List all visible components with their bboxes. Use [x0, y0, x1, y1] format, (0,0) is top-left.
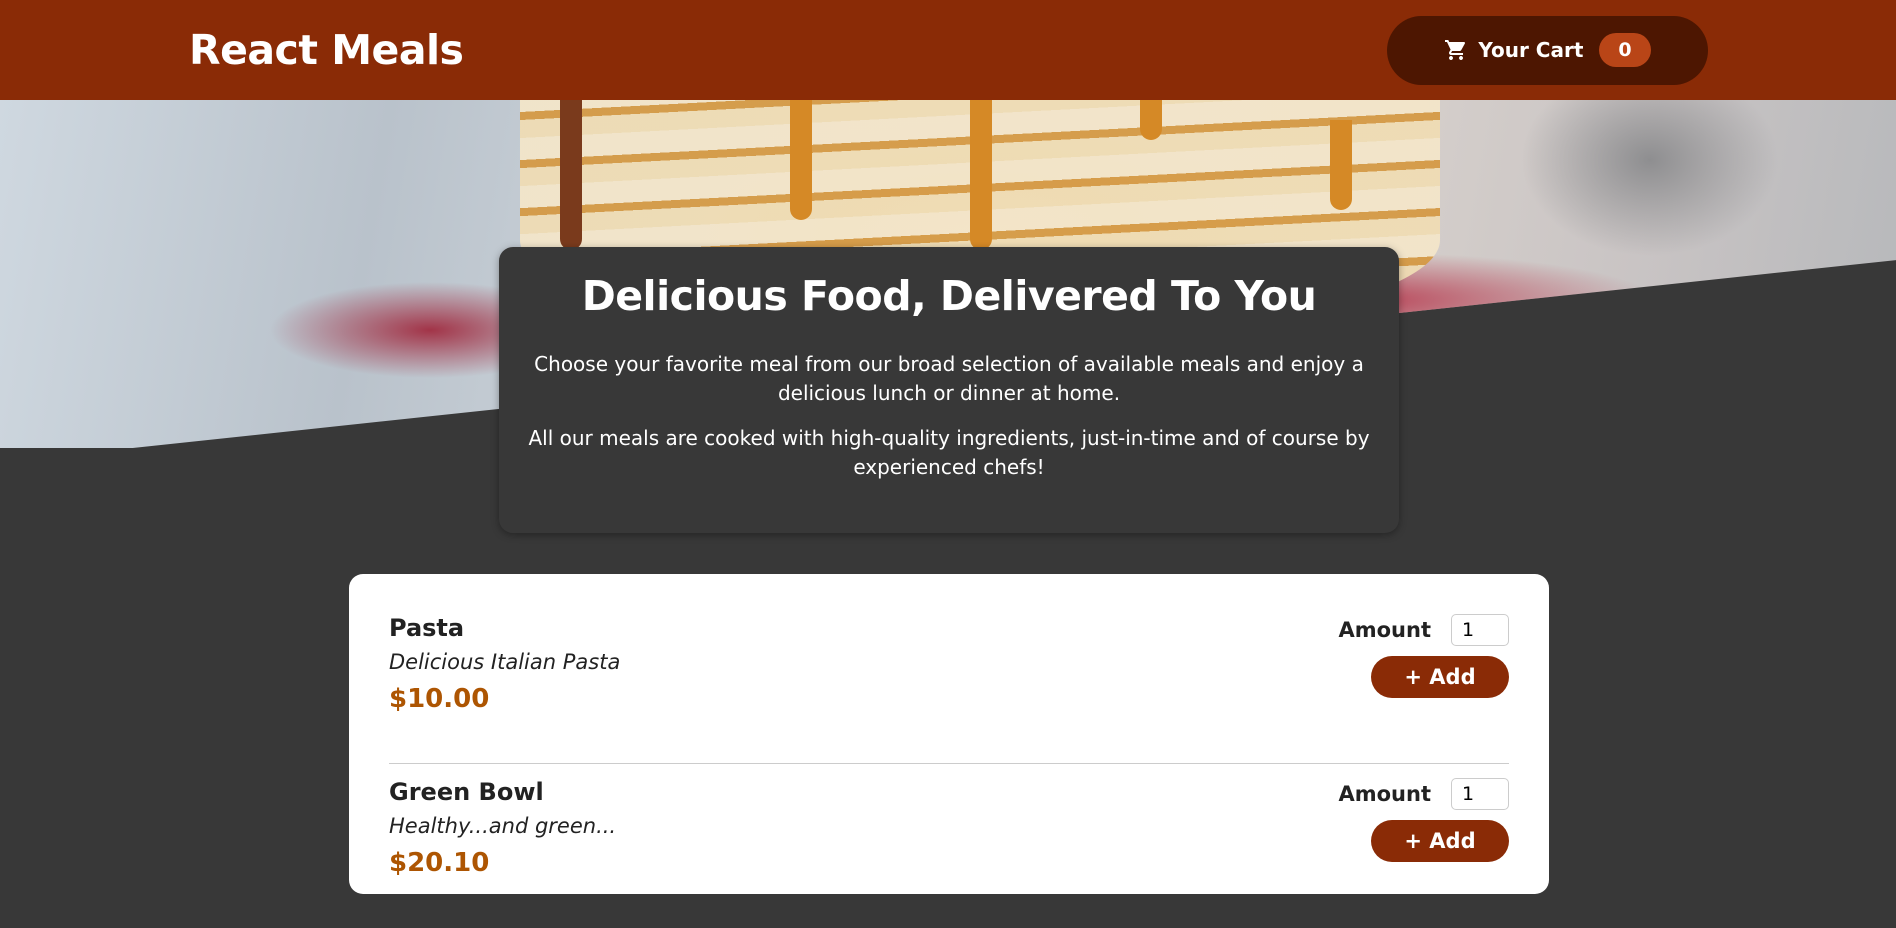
meal-item: Green Bowl Healthy...and green... $20.10… — [389, 778, 1509, 928]
summary-heading: Delicious Food, Delivered To You — [581, 272, 1317, 320]
meal-item: Pasta Delicious Italian Pasta $10.00 Amo… — [389, 614, 1509, 764]
amount-input[interactable] — [1451, 614, 1509, 646]
cart-label: Your Cart — [1478, 38, 1584, 62]
meal-name: Pasta — [389, 614, 465, 642]
summary-card: Delicious Food, Delivered To You Choose … — [499, 247, 1399, 533]
meal-info: Green Bowl Healthy...and green... $20.10 — [389, 778, 616, 928]
meal-description: Healthy...and green... — [389, 814, 617, 838]
amount-row: Amount — [1309, 778, 1509, 810]
syrup-drip — [790, 100, 812, 220]
meal-price: $20.10 — [389, 848, 490, 878]
meal-form: Amount + Add — [1309, 614, 1509, 763]
amount-row: Amount — [1309, 614, 1509, 646]
meal-form: Amount + Add — [1309, 778, 1509, 928]
syrup-drip — [970, 100, 992, 250]
cart-icon — [1445, 40, 1466, 60]
meal-name: Green Bowl — [389, 778, 544, 806]
meals-list: Pasta Delicious Italian Pasta $10.00 Amo… — [349, 574, 1549, 894]
header: React Meals Your Cart 0 — [0, 0, 1896, 100]
meal-description: Delicious Italian Pasta — [389, 650, 621, 674]
cart-count-badge: 0 — [1599, 33, 1651, 67]
meal-info: Pasta Delicious Italian Pasta $10.00 — [389, 614, 620, 763]
summary-paragraph: All our meals are cooked with high-quali… — [528, 426, 1370, 479]
amount-input[interactable] — [1451, 778, 1509, 810]
syrup-drip — [560, 100, 582, 250]
add-button[interactable]: + Add — [1371, 820, 1509, 862]
syrup-drip — [1330, 120, 1352, 210]
summary-paragraph: Choose your favorite meal from our broad… — [534, 352, 1364, 405]
amount-label: Amount — [1338, 782, 1431, 806]
syrup-drip — [1140, 100, 1162, 140]
meal-price: $10.00 — [389, 684, 490, 714]
add-button[interactable]: + Add — [1371, 656, 1509, 698]
app-title: React Meals — [189, 26, 464, 74]
cart-button[interactable]: Your Cart 0 — [1387, 15, 1708, 85]
amount-label: Amount — [1338, 618, 1431, 642]
